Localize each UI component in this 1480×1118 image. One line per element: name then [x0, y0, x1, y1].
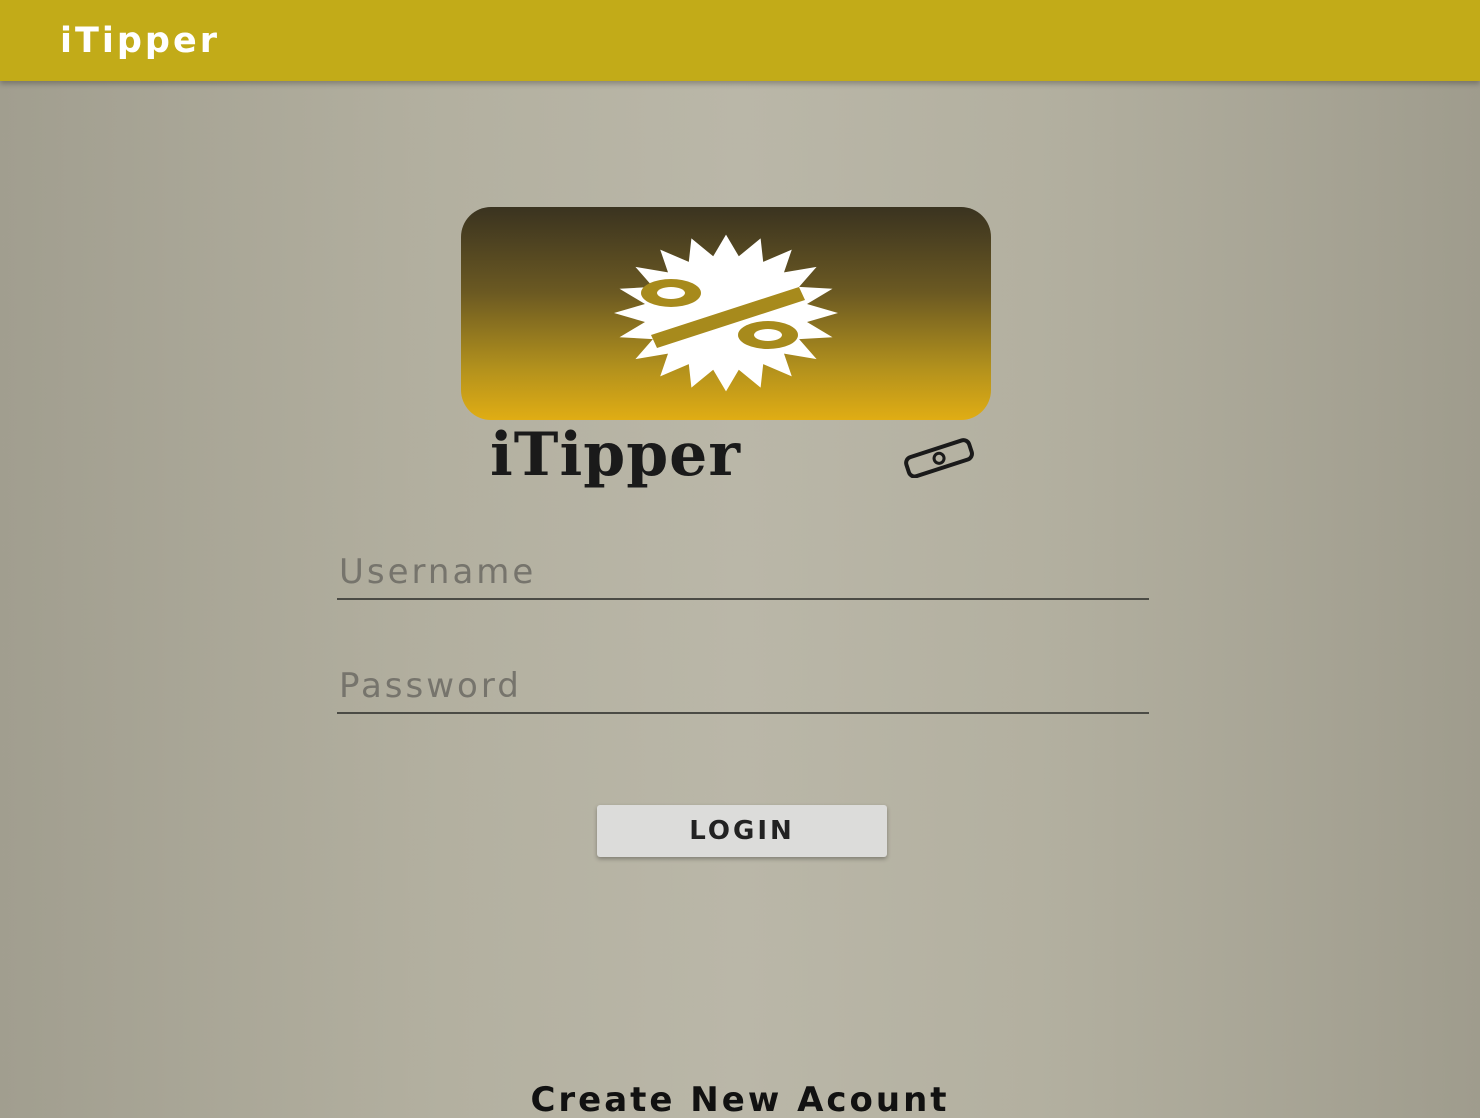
username-field [337, 548, 1149, 600]
percent-badge-icon [614, 234, 838, 392]
password-field [337, 662, 1149, 714]
create-account-link[interactable]: Create New Acount [0, 1078, 1480, 1118]
app-logo [461, 207, 991, 420]
app-bar: iTipper [0, 0, 1480, 81]
password-input[interactable] [339, 664, 1139, 708]
login-button[interactable]: LOGIN [597, 805, 887, 857]
cash-bill-icon [904, 438, 974, 478]
username-input[interactable] [339, 550, 1139, 594]
app-title: iTipper [60, 21, 220, 61]
logo-wordmark: iTipper [490, 420, 741, 490]
